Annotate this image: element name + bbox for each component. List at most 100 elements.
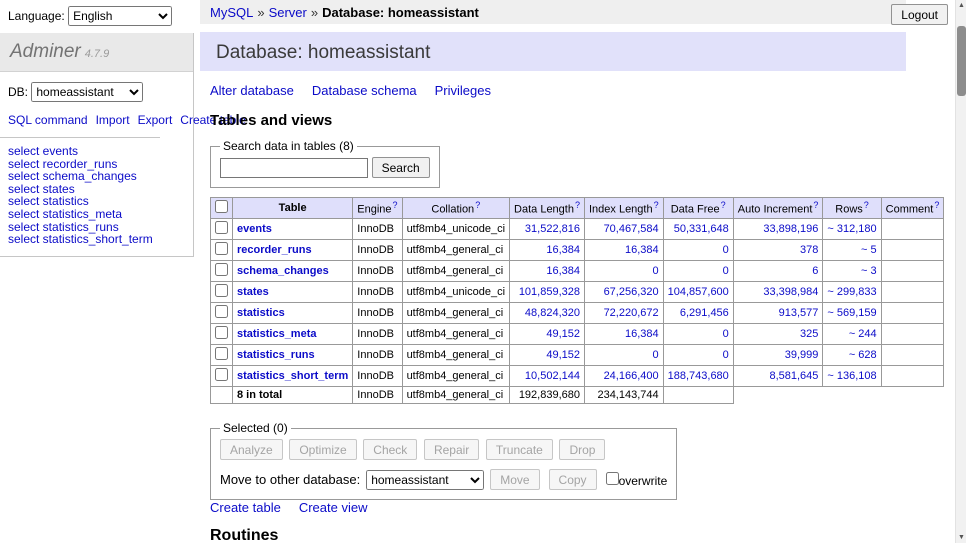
index-length-link[interactable]: 0 — [653, 265, 659, 277]
help-icon[interactable]: ? — [934, 200, 939, 210]
rows-count-link[interactable]: ~ 299,833 — [827, 286, 876, 298]
data-length-link[interactable]: 10,502,144 — [525, 370, 580, 382]
auto-increment-link[interactable]: 33,398,984 — [763, 286, 818, 298]
help-icon[interactable]: ? — [393, 200, 398, 210]
index-length-link[interactable]: 16,384 — [625, 244, 659, 256]
check-button[interactable]: Check — [363, 439, 417, 460]
db-select[interactable]: homeassistant — [31, 82, 143, 102]
row-checkbox[interactable] — [215, 305, 228, 318]
help-icon[interactable]: ? — [864, 200, 869, 210]
sidebar-item-select-statistics-meta[interactable]: select statistics_meta — [8, 208, 185, 221]
move-button[interactable]: Move — [490, 469, 539, 490]
scroll-down-icon[interactable]: ▼ — [956, 532, 966, 543]
create-view-link[interactable]: Create view — [299, 500, 368, 515]
data-length-link[interactable]: 16,384 — [546, 244, 580, 256]
create-table-link[interactable]: Create table — [210, 500, 281, 515]
vertical-scrollbar[interactable]: ▲ ▼ — [955, 0, 966, 543]
help-icon[interactable]: ? — [654, 200, 659, 210]
logout-button[interactable]: Logout — [891, 4, 948, 25]
index-length-link[interactable]: 70,467,584 — [604, 223, 659, 235]
row-checkbox[interactable] — [215, 368, 228, 381]
move-database-select[interactable]: homeassistant — [366, 470, 484, 490]
data-length-link[interactable]: 49,152 — [546, 349, 580, 361]
auto-increment-link[interactable]: 913,577 — [779, 307, 819, 319]
auto-increment-link[interactable]: 8,581,645 — [769, 370, 818, 382]
data-free-link[interactable]: 6,291,456 — [680, 307, 729, 319]
rows-count-link[interactable]: ~ 312,180 — [827, 223, 876, 235]
data-free-link[interactable]: 0 — [723, 244, 729, 256]
table-name-link[interactable]: statistics_runs — [237, 349, 315, 361]
help-icon[interactable]: ? — [475, 200, 480, 210]
data-length-link[interactable]: 101,859,328 — [519, 286, 580, 298]
privileges-link[interactable]: Privileges — [435, 83, 491, 98]
sidebar-item-select-statistics-short-term[interactable]: select statistics_short_term — [8, 233, 185, 246]
auto-increment-link[interactable]: 33,898,196 — [763, 223, 818, 235]
index-length-link[interactable]: 72,220,672 — [604, 307, 659, 319]
index-length-link[interactable]: 16,384 — [625, 328, 659, 340]
scroll-up-icon[interactable]: ▲ — [956, 0, 966, 11]
copy-button[interactable]: Copy — [549, 469, 597, 490]
rows-count-link[interactable]: ~ 3 — [861, 265, 877, 277]
row-checkbox[interactable] — [215, 221, 228, 234]
data-length-link[interactable]: 31,522,816 — [525, 223, 580, 235]
import-link[interactable]: Import — [96, 113, 130, 127]
table-name-link[interactable]: schema_changes — [237, 265, 329, 277]
rows-count-link[interactable]: ~ 569,159 — [827, 307, 876, 319]
table-name-link[interactable]: states — [237, 286, 269, 298]
search-button[interactable]: Search — [372, 157, 430, 178]
data-length-link[interactable]: 49,152 — [546, 328, 580, 340]
alter-database-link[interactable]: Alter database — [210, 83, 294, 98]
export-link[interactable]: Export — [138, 113, 173, 127]
menu: Adminer4.7.9 DB: homeassistant SQL comma… — [0, 33, 194, 257]
database-schema-link[interactable]: Database schema — [312, 83, 417, 98]
sidebar-item-select-events[interactable]: select events — [8, 145, 185, 158]
analyze-button[interactable]: Analyze — [220, 439, 283, 460]
auto-increment-link[interactable]: 325 — [800, 328, 818, 340]
help-icon[interactable]: ? — [575, 200, 580, 210]
row-checkbox[interactable] — [215, 347, 228, 360]
index-length-link[interactable]: 67,256,320 — [604, 286, 659, 298]
index-length-link[interactable]: 24,166,400 — [604, 370, 659, 382]
data-free-link[interactable]: 104,857,600 — [668, 286, 729, 298]
data-free-link[interactable]: 0 — [723, 328, 729, 340]
auto-increment-link[interactable]: 378 — [800, 244, 818, 256]
help-icon[interactable]: ? — [813, 200, 818, 210]
table-name-link[interactable]: recorder_runs — [237, 244, 312, 256]
auto-increment-link[interactable]: 39,999 — [785, 349, 819, 361]
routines-heading: Routines — [210, 527, 906, 543]
data-length-link[interactable]: 48,824,320 — [525, 307, 580, 319]
table-name-link[interactable]: statistics_short_term — [237, 370, 348, 382]
data-free-link[interactable]: 50,331,648 — [674, 223, 729, 235]
optimize-button[interactable]: Optimize — [289, 439, 356, 460]
select-all-checkbox[interactable] — [215, 200, 228, 213]
repair-button[interactable]: Repair — [424, 439, 479, 460]
language-select[interactable]: English — [68, 6, 172, 26]
table-name-link[interactable]: events — [237, 223, 272, 235]
data-free-link[interactable]: 0 — [723, 265, 729, 277]
row-checkbox[interactable] — [215, 326, 228, 339]
index-length-link[interactable]: 0 — [653, 349, 659, 361]
table-name-link[interactable]: statistics_meta — [237, 328, 317, 340]
row-checkbox[interactable] — [215, 263, 228, 276]
drop-button[interactable]: Drop — [559, 439, 605, 460]
table-name-link[interactable]: statistics — [237, 307, 285, 319]
data-free-link[interactable]: 0 — [723, 349, 729, 361]
row-checkbox[interactable] — [215, 242, 228, 255]
rows-count-link[interactable]: ~ 136,108 — [827, 370, 876, 382]
sql-command-link[interactable]: SQL command — [8, 113, 88, 127]
scrollbar-thumb[interactable] — [957, 26, 966, 96]
auto-increment-link[interactable]: 6 — [812, 265, 818, 277]
overwrite-checkbox[interactable] — [606, 472, 619, 485]
rows-count-link[interactable]: ~ 244 — [849, 328, 877, 340]
rows-count-link[interactable]: ~ 5 — [861, 244, 877, 256]
search-input[interactable] — [220, 158, 368, 178]
breadcrumb-server-link[interactable]: Server — [269, 5, 307, 20]
data-free-link[interactable]: 188,743,680 — [668, 370, 729, 382]
sidebar-item-select-schema-changes[interactable]: select schema_changes — [8, 170, 185, 183]
help-icon[interactable]: ? — [721, 200, 726, 210]
row-checkbox[interactable] — [215, 284, 228, 297]
breadcrumb-mysql-link[interactable]: MySQL — [210, 5, 253, 20]
rows-count-link[interactable]: ~ 628 — [849, 349, 877, 361]
data-length-link[interactable]: 16,384 — [546, 265, 580, 277]
truncate-button[interactable]: Truncate — [486, 439, 553, 460]
